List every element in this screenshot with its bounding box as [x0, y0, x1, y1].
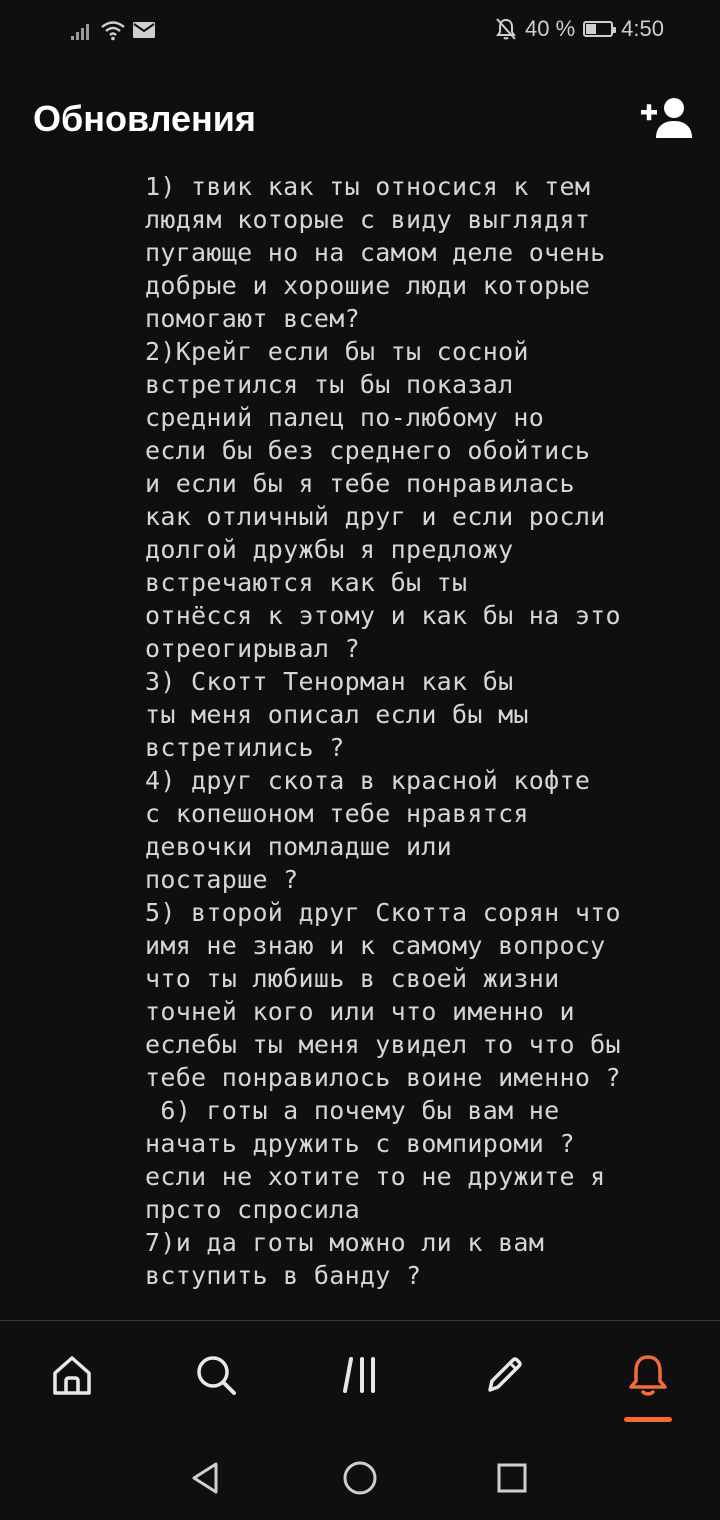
header: Обновления [0, 80, 720, 160]
battery-percent: 40 % [525, 16, 576, 41]
add-user-icon [641, 98, 692, 138]
battery-icon [583, 21, 617, 37]
page-title: Обновления [33, 98, 256, 139]
mail-icon [133, 22, 155, 38]
nav-compose-button[interactable] [472, 1343, 536, 1407]
clock-time: 4:50 [621, 16, 664, 41]
recents-square-icon [497, 1463, 527, 1493]
post-text: 1) твик как ты относися к тем людям кото… [145, 172, 621, 1290]
system-nav-bar [0, 1432, 720, 1520]
pencil-icon [488, 1357, 522, 1392]
add-friend-button[interactable] [638, 92, 696, 144]
status-right: 40 % 4:50 [495, 16, 664, 42]
status-left [70, 18, 156, 42]
signal-icon [71, 24, 89, 40]
battery-fill [586, 24, 597, 34]
system-recents-button[interactable] [488, 1454, 536, 1502]
back-triangle-icon [192, 1462, 218, 1494]
home-circle-icon [343, 1461, 377, 1495]
nav-home-button[interactable] [40, 1343, 104, 1407]
bell-muted-icon [496, 18, 516, 40]
nav-search-button[interactable] [184, 1343, 248, 1407]
bottom-nav [0, 1321, 720, 1431]
home-icon [53, 1356, 91, 1395]
bell-icon [629, 1355, 667, 1396]
active-tab-indicator [624, 1417, 672, 1422]
status-bar: 40 % 4:50 [0, 0, 720, 62]
search-icon [197, 1356, 236, 1395]
feed-icon [343, 1357, 375, 1393]
system-back-button[interactable] [182, 1454, 230, 1502]
wifi-icon [101, 21, 125, 41]
nav-notifications-button[interactable] [616, 1343, 680, 1407]
nav-feed-button[interactable] [328, 1343, 392, 1407]
system-home-button[interactable] [336, 1454, 384, 1502]
